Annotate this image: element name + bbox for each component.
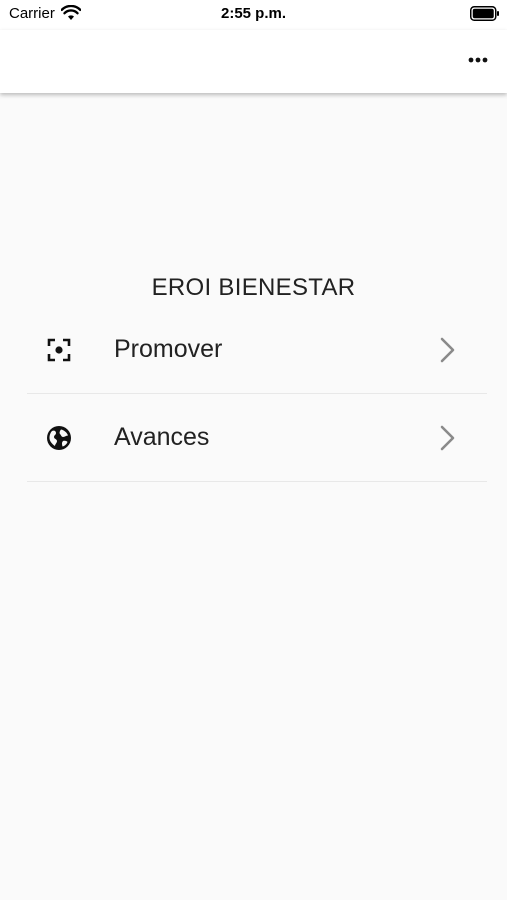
battery-icon: [470, 6, 499, 21]
main-content: EROI BIENESTAR Promover Avances: [0, 93, 507, 900]
center-focus-icon: [47, 338, 71, 362]
globe-icon: [47, 426, 71, 450]
page-title: EROI BIENESTAR: [151, 274, 356, 301]
chevron-right-icon: [440, 425, 455, 451]
status-bar: Carrier 2:55 p.m.: [0, 0, 507, 30]
menu-item-label: Promover: [114, 335, 223, 363]
more-options-button[interactable]: [458, 44, 498, 76]
app-bar: [0, 30, 507, 93]
clock: 2:55 p.m.: [220, 5, 287, 22]
menu-item-label: Avances: [114, 423, 210, 451]
menu-item-avances[interactable]: Avances: [27, 394, 487, 482]
menu-item-promover[interactable]: Promover: [27, 306, 487, 394]
chevron-right-icon: [440, 337, 455, 363]
menu-list: Promover Avances: [27, 306, 487, 482]
more-horizontal-icon: [468, 57, 488, 63]
